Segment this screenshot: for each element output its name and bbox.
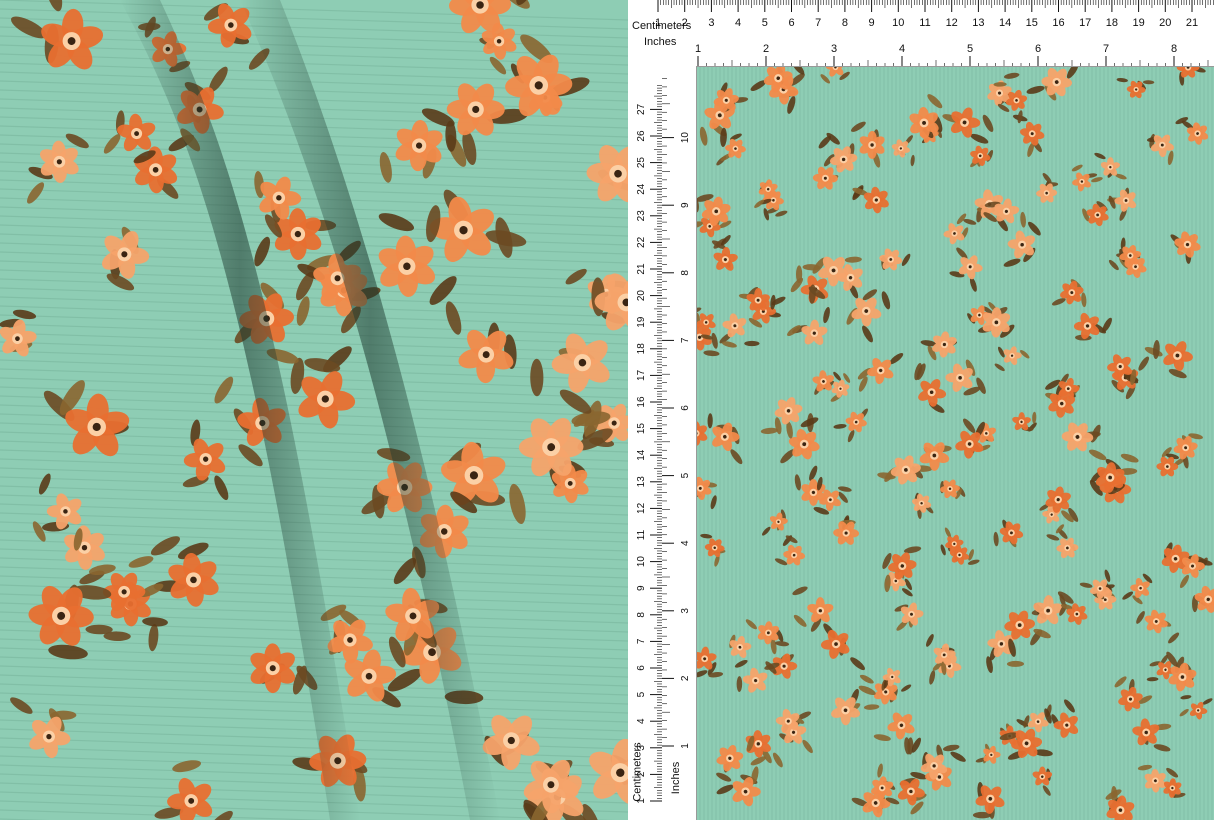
ruler-tick-label: 14 [999, 17, 1011, 29]
ruler-tick-label: 10 [636, 556, 647, 568]
ruler-tick-label: 26 [636, 130, 647, 142]
ruler-tick-label: 4 [680, 540, 691, 546]
ruler-tick-label: 3 [831, 43, 837, 55]
draped-fabric-photo [0, 0, 628, 820]
ruler-tick-label: 2 [763, 43, 769, 55]
ruler-tick-label: 22 [636, 236, 647, 248]
ruler-tick-label: 20 [1159, 17, 1171, 29]
top-ruler-cm-label: Centimeters [632, 20, 692, 32]
ruler-tick-label: 8 [1171, 43, 1177, 55]
ruler-tick-label: 8 [636, 612, 647, 618]
ruler-tick-label: 6 [788, 17, 794, 29]
ruler-tick-label: 6 [680, 405, 691, 411]
ruler-tick-label: 6 [636, 665, 647, 671]
side-ruler-inches: 1 2 3 4 5 6 7 8 9 10 Inches [662, 66, 697, 820]
ruler-tick-label: 5 [680, 472, 691, 478]
ruler-tick-label: 17 [1079, 17, 1091, 29]
draped-fabric-illustration [0, 0, 628, 820]
ruler-tick-label: 4 [735, 17, 741, 29]
ruler-tick-label: 1 [695, 43, 701, 55]
ruler-tick-label: 7 [815, 17, 821, 29]
top-ruler-centimeters: 1 2 3 4 5 6 7 8 9 10 11 12 13 14 15 16 17 18 19 20 21 Centim… [628, 0, 1214, 35]
flat-fabric-swatch [696, 66, 1214, 820]
ruler-tick-label: 9 [636, 585, 647, 591]
flat-swatch-panel: 1 2 3 4 5 6 7 8 9 10 11 12 13 14 15 16 17 18 19 20 21 Centim… [628, 0, 1214, 820]
ruler-tick-label: 17 [636, 369, 647, 381]
ruler-tick-label: 23 [636, 210, 647, 222]
ruler-tick-label: 4 [899, 43, 905, 55]
side-ruler-centimeters: 1 2 3 4 5 6 7 8 9 10 11 12 13 14 15 16 17 18 19 20 21 22 23 24 2… [628, 66, 663, 820]
ruler-tick-label: 25 [636, 157, 647, 169]
ruler-tick-label: 19 [1132, 17, 1144, 29]
ruler-tick-label: 3 [708, 17, 714, 29]
ruler-tick-label: 14 [636, 449, 647, 461]
ruler-tick-label: 21 [636, 263, 647, 275]
ruler-tick-label: 10 [892, 17, 904, 29]
ruler-tick-label: 7 [680, 337, 691, 343]
ruler-tick-label: 13 [636, 476, 647, 488]
ruler-tick-label: 16 [1052, 17, 1064, 29]
ruler-tick-label: 27 [636, 103, 647, 115]
ruler-tick-label: 15 [1026, 17, 1038, 29]
ruler-tick-label: 5 [967, 43, 973, 55]
ruler-tick-label: 9 [680, 202, 691, 208]
ruler-tick-label: 1 [680, 743, 691, 749]
ruler-tick-label: 8 [842, 17, 848, 29]
ruler-tick-label: 7 [636, 638, 647, 644]
ruler-tick-label: 13 [972, 17, 984, 29]
ruler-tick-label: 12 [636, 502, 647, 514]
ruler-tick-label: 19 [636, 316, 647, 328]
ruler-tick-label: 18 [636, 343, 647, 355]
ruler-tick-label: 7 [1103, 43, 1109, 55]
ruler-tick-label: 5 [636, 691, 647, 697]
ruler-tick-label: 18 [1106, 17, 1118, 29]
ruler-tick-label: 10 [680, 132, 691, 144]
ruler-tick-label: 4 [636, 718, 647, 724]
flat-fabric-illustration [696, 66, 1214, 820]
ruler-tick-label: 6 [1035, 43, 1041, 55]
ruler-tick-label: 9 [869, 17, 875, 29]
ruler-tick-label: 24 [636, 183, 647, 195]
ruler-tick-label: 11 [919, 17, 930, 29]
ruler-tick-label: 3 [680, 608, 691, 614]
ruler-tick-label: 21 [1186, 17, 1198, 29]
ruler-tick-label: 16 [636, 396, 647, 408]
ruler-tick-label: 12 [946, 17, 958, 29]
ruler-tick-label: 11 [636, 529, 647, 540]
product-photo-canvas: 1 2 3 4 5 6 7 8 9 10 11 12 13 14 15 16 17 18 19 20 21 Centim… [0, 0, 1214, 820]
ruler-tick-label: 20 [636, 290, 647, 302]
side-ruler-cm-label: Centimeters [631, 742, 644, 802]
ruler-tick-label: 15 [636, 423, 647, 435]
ruler-tick-label: 2 [680, 675, 691, 681]
top-ruler-inches: 1 2 3 4 5 6 7 8 Inches [628, 34, 1214, 68]
ruler-tick-label: 8 [680, 270, 691, 276]
top-ruler-in-label: Inches [644, 36, 677, 48]
side-ruler-in-label: Inches [670, 761, 683, 795]
ruler-tick-label: 5 [762, 17, 768, 29]
